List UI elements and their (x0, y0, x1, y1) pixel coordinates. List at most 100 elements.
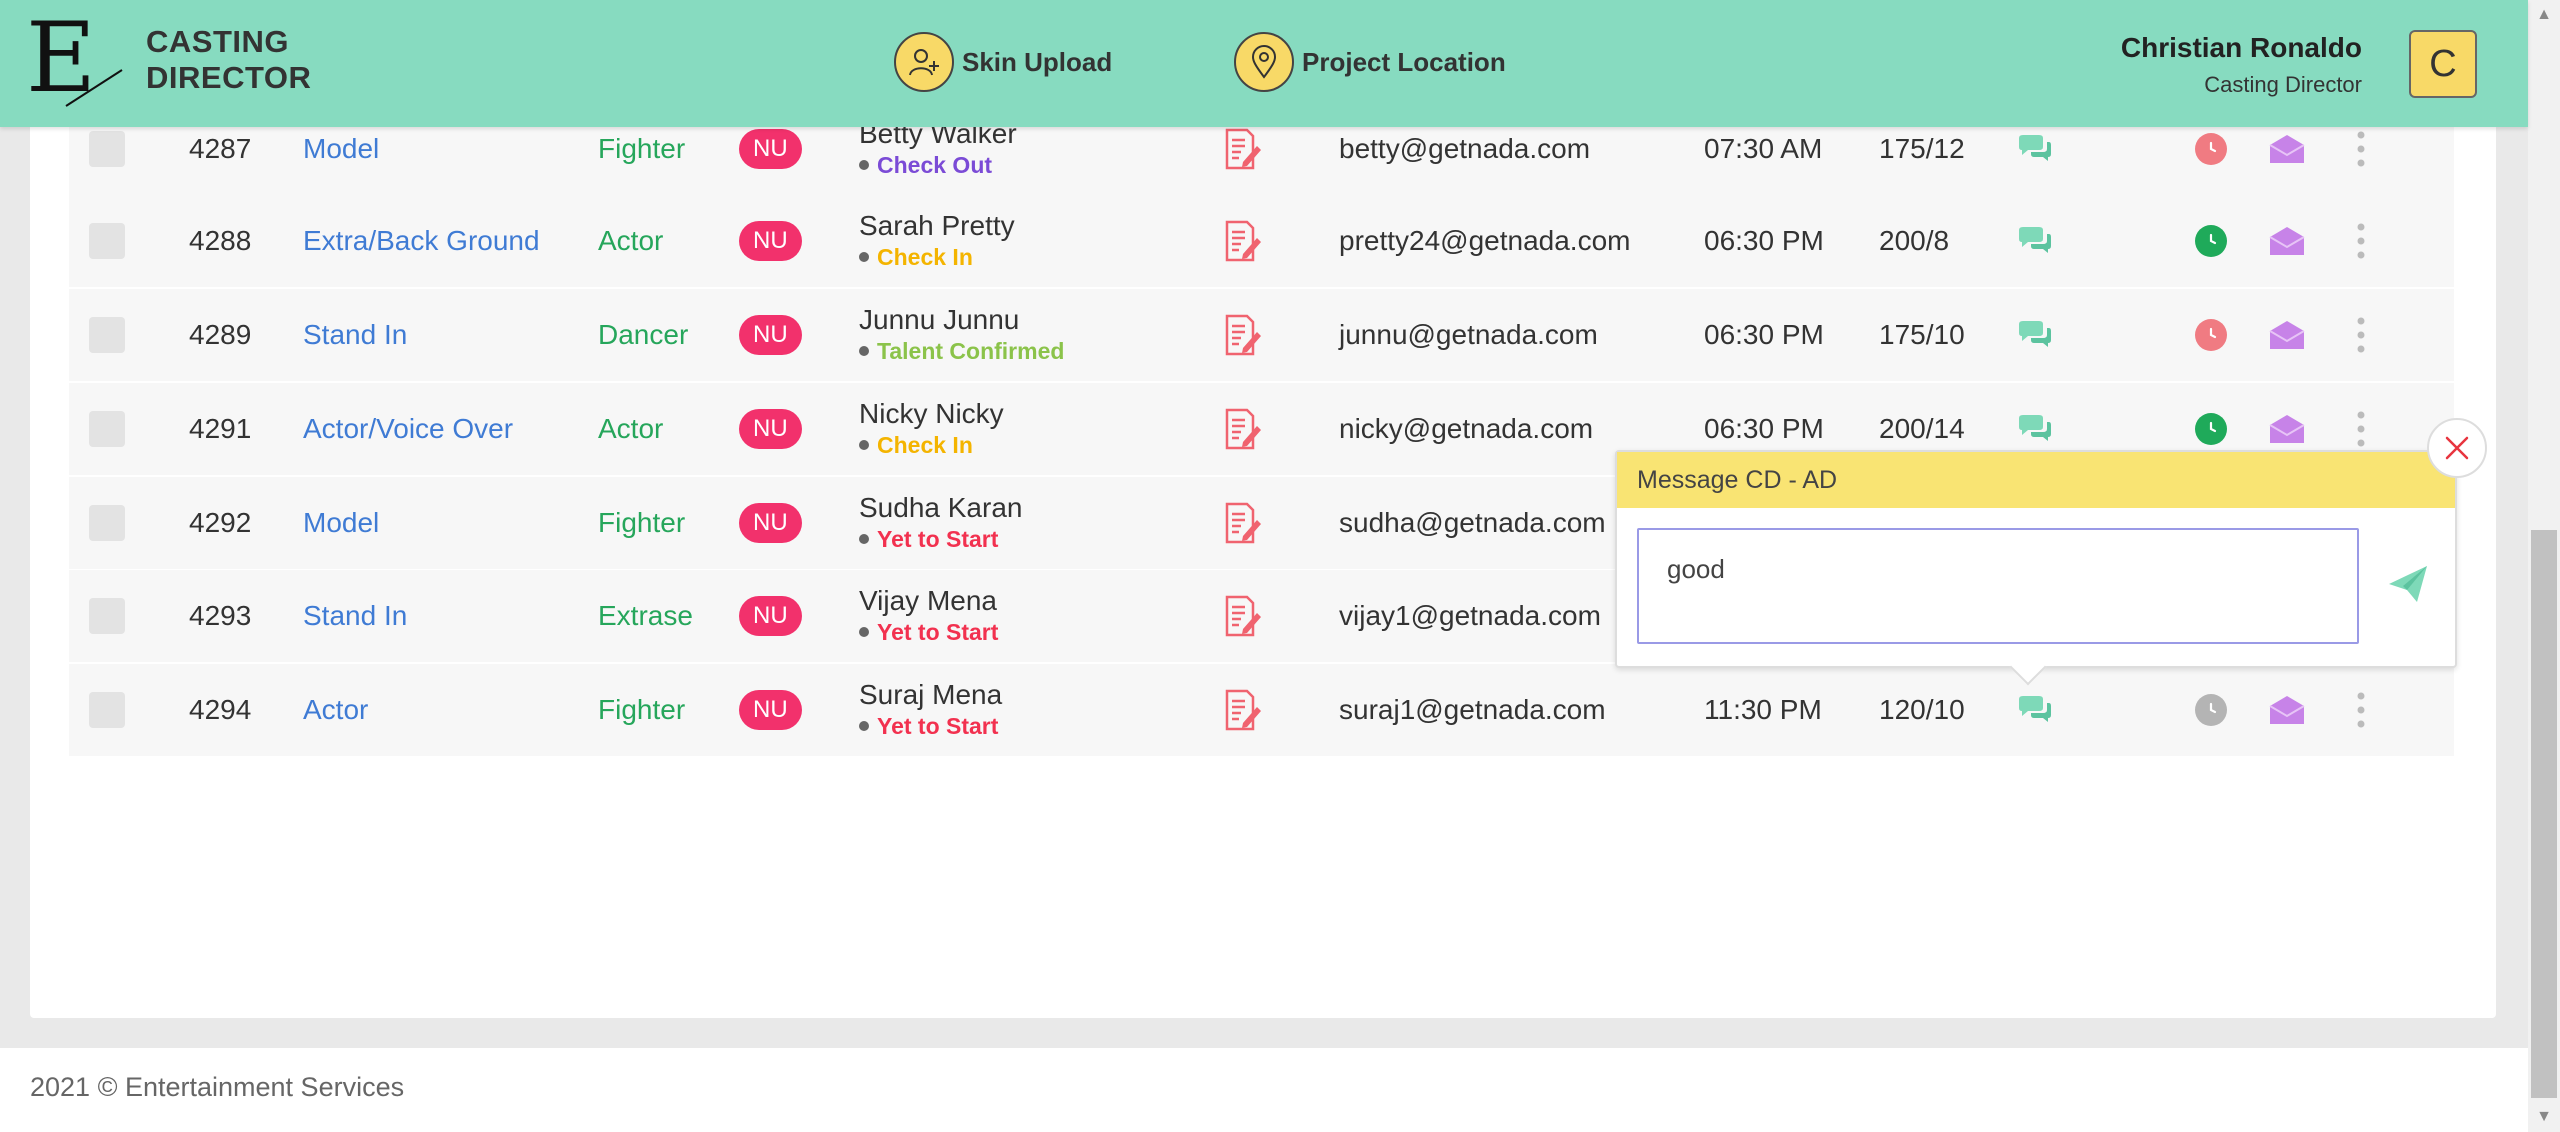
row-select-cell[interactable] (89, 477, 125, 569)
status-label: Check In (877, 244, 973, 270)
edit-document-icon (1221, 501, 1265, 545)
edit-document-icon (1221, 407, 1265, 451)
talent-name[interactable]: Suraj Mena (859, 679, 1002, 711)
row-select-cell[interactable] (89, 383, 125, 475)
talent-id: 4289 (189, 319, 252, 350)
talent-email[interactable]: vijay1@getnada.com (1339, 570, 1601, 662)
talent-name[interactable]: Junnu Junnu (859, 304, 1019, 336)
more-options-cell[interactable] (2339, 664, 2383, 756)
row-select-cell[interactable] (89, 289, 125, 381)
more-vertical-icon (2339, 407, 2383, 451)
badge-cell: NU (739, 664, 802, 756)
row-checkbox[interactable] (89, 505, 125, 541)
nu-badge[interactable]: NU (739, 690, 802, 730)
row-select-cell[interactable] (89, 195, 125, 287)
talent-status: Check In (859, 242, 973, 272)
chat-cell[interactable] (2013, 195, 2057, 287)
talent-name[interactable]: Nicky Nicky (859, 398, 1004, 430)
document-cell[interactable] (1221, 383, 1265, 475)
nu-badge[interactable]: NU (739, 409, 802, 449)
status-dot-icon (859, 346, 869, 356)
nav-skin-upload-label: Skin Upload (962, 46, 1113, 77)
talent-email[interactable]: pretty24@getnada.com (1339, 195, 1630, 287)
footer-copyright: 2021 © Entertainment Services (30, 1072, 405, 1102)
edit-document-icon (1221, 594, 1265, 638)
table-row[interactable]: 4288 Extra/Back Ground Actor NU Sarah Pr… (69, 195, 2454, 289)
document-cell[interactable] (1221, 289, 1265, 381)
talent-type: Fighter (598, 507, 686, 538)
row-checkbox[interactable] (89, 223, 125, 259)
mail-cell[interactable] (2265, 664, 2309, 756)
nu-badge[interactable]: NU (739, 315, 802, 355)
role-link[interactable]: Actor/Voice Over (303, 383, 513, 475)
document-cell[interactable] (1221, 477, 1265, 569)
location-pin-icon (1234, 32, 1294, 92)
avatar[interactable]: C (2409, 30, 2477, 98)
role-link[interactable]: Extra/Back Ground (303, 195, 540, 287)
clock-icon (2195, 694, 2227, 726)
badge-cell: NU (739, 289, 802, 381)
role-link[interactable]: Stand In (303, 289, 407, 381)
row-checkbox[interactable] (89, 317, 125, 353)
send-button[interactable] (2387, 564, 2429, 609)
document-cell[interactable] (1221, 195, 1265, 287)
table-row[interactable]: 4294 Actor Fighter NU Suraj Mena Yet to … (69, 664, 2454, 758)
talent-name[interactable]: Sudha Karan (859, 492, 1022, 524)
message-input[interactable]: good (1637, 528, 2359, 644)
role-link[interactable]: Model (303, 477, 379, 569)
talent-name-cell: Vijay Mena Yet to Start (859, 570, 998, 662)
status-label: Yet to Start (877, 619, 999, 645)
nu-badge[interactable]: NU (739, 503, 802, 543)
role-link[interactable]: Stand In (303, 570, 407, 662)
status-label: Yet to Start (877, 713, 999, 739)
send-icon (2389, 566, 2427, 602)
nu-badge[interactable]: NU (739, 221, 802, 261)
row-select-cell[interactable] (89, 664, 125, 756)
table-row[interactable]: 4289 Stand In Dancer NU Junnu Junnu Tale… (69, 289, 2454, 383)
role-link[interactable]: Actor (303, 664, 368, 756)
clock-icon (2195, 225, 2227, 257)
talent-name[interactable]: Vijay Mena (859, 585, 997, 617)
row-checkbox[interactable] (89, 411, 125, 447)
nav-project-location[interactable]: Project Location (1234, 30, 1506, 94)
talent-name-cell: Nicky Nicky Check In (859, 383, 1004, 475)
talent-type: Dancer (598, 319, 689, 350)
clock-cell[interactable] (2195, 664, 2227, 756)
nu-badge[interactable]: NU (739, 129, 802, 169)
badge-cell: NU (739, 383, 802, 475)
talent-id: 4294 (189, 694, 252, 725)
talent-name[interactable]: Sarah Pretty (859, 210, 1015, 242)
nu-badge[interactable]: NU (739, 596, 802, 636)
row-checkbox[interactable] (89, 692, 125, 728)
more-options-cell[interactable] (2339, 289, 2383, 381)
talent-id: 4293 (189, 600, 252, 631)
document-cell[interactable] (1221, 570, 1265, 662)
row-checkbox[interactable] (89, 598, 125, 634)
row-checkbox[interactable] (89, 131, 125, 167)
more-options-cell[interactable] (2339, 195, 2383, 287)
clock-icon (2195, 319, 2227, 351)
scroll-down-arrow-icon[interactable]: ▼ (2528, 1104, 2560, 1130)
scroll-up-arrow-icon[interactable]: ▲ (2528, 2, 2560, 28)
clock-cell[interactable] (2195, 289, 2227, 381)
talent-email[interactable]: nicky@getnada.com (1339, 383, 1593, 475)
chat-cell[interactable] (2013, 289, 2057, 381)
scroll-thumb[interactable] (2531, 530, 2557, 1098)
close-popup-button[interactable] (2427, 418, 2487, 478)
row-select-cell[interactable] (89, 570, 125, 662)
user-name[interactable]: Christian Ronaldo (2121, 32, 2362, 64)
talent-email[interactable]: suraj1@getnada.com (1339, 664, 1606, 756)
talent-email[interactable]: sudha@getnada.com (1339, 477, 1606, 569)
nav-skin-upload[interactable]: Skin Upload (894, 30, 1112, 94)
talent-email[interactable]: junnu@getnada.com (1339, 289, 1598, 381)
vertical-scrollbar[interactable]: ▲ ▼ (2528, 0, 2560, 1132)
clock-cell[interactable] (2195, 195, 2227, 287)
more-vertical-icon (2339, 219, 2383, 263)
document-cell[interactable] (1221, 664, 1265, 756)
mail-cell[interactable] (2265, 289, 2309, 381)
brand-logo[interactable]: E (26, 10, 126, 114)
more-vertical-icon (2339, 127, 2383, 171)
mail-cell[interactable] (2265, 195, 2309, 287)
edit-document-icon (1221, 688, 1265, 732)
brand-name: CASTING DIRECTOR (146, 24, 311, 96)
